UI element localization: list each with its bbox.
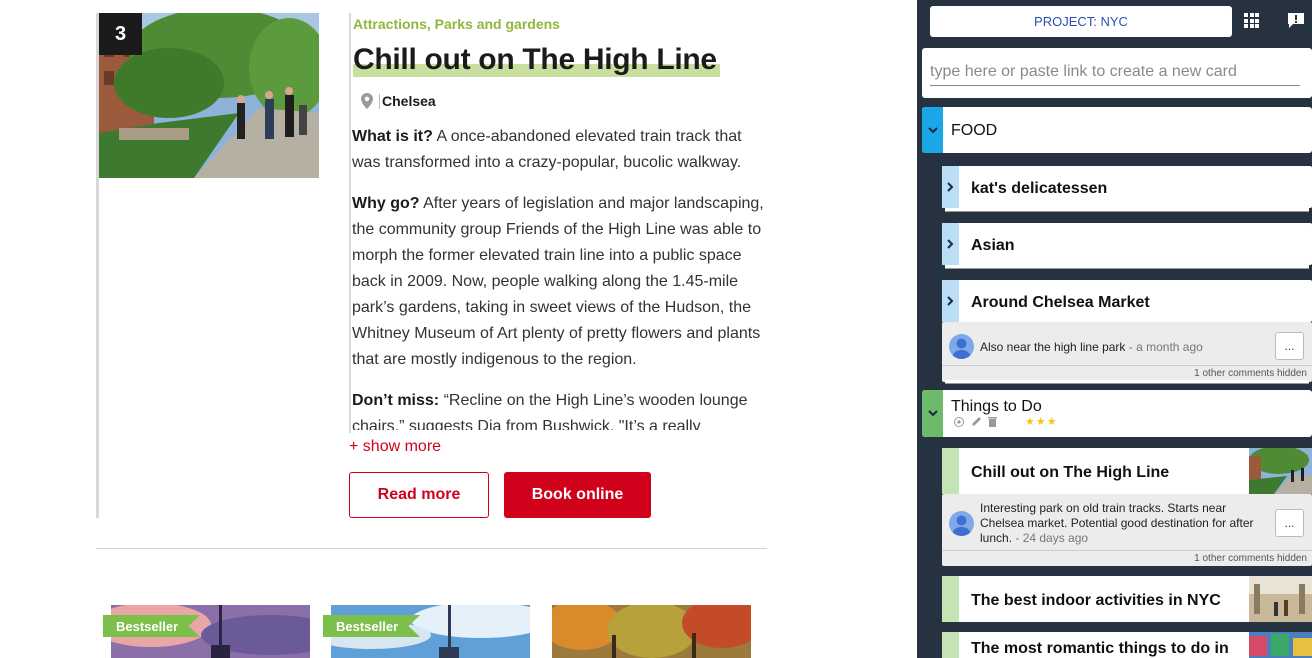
- map-pin-icon: [361, 93, 373, 109]
- chevron-right-icon: [947, 182, 954, 192]
- comment-menu-button[interactable]: ...: [1275, 509, 1304, 537]
- bestseller-tag: Bestseller: [323, 615, 421, 637]
- paragraph-lead: What is it?: [352, 128, 433, 145]
- chevron-right-icon: [947, 296, 954, 306]
- card-thumbnail: [1249, 632, 1312, 658]
- read-more-button[interactable]: Read more: [349, 472, 489, 518]
- book-online-button[interactable]: Book online: [504, 472, 651, 518]
- avatar: [949, 334, 974, 359]
- eye-icon[interactable]: [953, 416, 965, 427]
- comment-thread: Interesting park on old train tracks. St…: [942, 494, 1312, 566]
- group-title: FOOD: [951, 122, 998, 139]
- card-asian[interactable]: Asian: [942, 223, 1312, 265]
- card-chill-out-high-line[interactable]: Chill out on The High Line: [942, 448, 1312, 494]
- new-card-box: [922, 48, 1312, 98]
- rank-badge: 3: [99, 13, 142, 55]
- project-selector[interactable]: PROJECT: NYC: [930, 6, 1232, 37]
- card-title: The best indoor activities in NYC: [971, 592, 1221, 609]
- comment-text: Also near the high line park - a month a…: [980, 340, 1203, 355]
- group-title: Things to Do: [951, 398, 1042, 415]
- bestseller-tag: Bestseller: [103, 615, 201, 637]
- card-expand[interactable]: [942, 223, 959, 265]
- location-separator: [379, 93, 380, 109]
- card-title: Asian: [971, 237, 1015, 254]
- paragraph-lead: Why go?: [352, 195, 420, 212]
- content-left-rule: [349, 13, 351, 433]
- paragraph-why: Why go? After years of legislation and m…: [352, 191, 768, 373]
- card-title: Around Chelsea Market: [971, 294, 1150, 311]
- comment-body: Also near the high line park: [980, 340, 1126, 354]
- project-sidebar: PROJECT: NYC FOOD: [917, 0, 1312, 658]
- chevron-down-icon: [927, 126, 938, 133]
- comment-time: - a month ago: [1125, 340, 1203, 354]
- card-expand[interactable]: [942, 166, 959, 208]
- pencil-icon[interactable]: [971, 416, 982, 427]
- group-toggle[interactable]: [922, 107, 943, 153]
- group-toggle[interactable]: [922, 390, 943, 437]
- paragraph-lead: Don’t miss:: [352, 392, 440, 409]
- comment-time: - 24 days ago: [1012, 531, 1089, 545]
- card-kats-delicatessen[interactable]: kat's delicatessen: [942, 166, 1312, 208]
- article-title[interactable]: Chill out on The High Line: [353, 40, 717, 80]
- avatar: [949, 511, 974, 536]
- card-title: kat's delicatessen: [971, 180, 1108, 197]
- article-divider: [96, 548, 767, 549]
- hidden-comments-note[interactable]: 1 other comments hidden: [1194, 553, 1307, 564]
- card-thumbnail: [1249, 448, 1312, 494]
- paragraph-what: What is it? A once-abandoned elevated tr…: [352, 124, 768, 176]
- comment-text: Interesting park on old train tracks. St…: [980, 501, 1270, 546]
- apps-grid-icon[interactable]: [1244, 13, 1259, 28]
- comment-thread: Also near the high line park - a month a…: [942, 322, 1312, 382]
- chevron-down-icon: [927, 410, 938, 417]
- paragraph-text: After years of legislation and major lan…: [352, 195, 764, 368]
- comment-menu-button[interactable]: ...: [1275, 332, 1304, 360]
- card-expand[interactable]: [942, 280, 959, 322]
- article-body: What is it? A once-abandoned elevated tr…: [352, 124, 768, 430]
- card-stripe: [942, 576, 959, 622]
- show-more-link[interactable]: + show more: [349, 438, 441, 456]
- group-tools: [953, 416, 997, 427]
- card-stripe: [942, 632, 959, 658]
- rating-stars[interactable]: ★★★: [1025, 415, 1058, 428]
- new-card-input[interactable]: [930, 58, 1300, 86]
- group-food[interactable]: FOOD: [922, 107, 1312, 153]
- location-name: Chelsea: [382, 93, 436, 109]
- hidden-comments-note[interactable]: 1 other comments hidden: [1194, 368, 1307, 379]
- chevron-right-icon: [947, 239, 954, 249]
- listing-thumbnail[interactable]: [552, 605, 751, 658]
- feedback-icon[interactable]: [1287, 12, 1305, 34]
- card-most-romantic-things[interactable]: The most romantic things to do in: [942, 632, 1312, 658]
- card-title: Chill out on The High Line: [971, 464, 1170, 481]
- card-title: The most romantic things to do in: [971, 640, 1229, 657]
- paragraph-dont-miss: Don’t miss: “Recline on the High Line’s …: [352, 388, 768, 430]
- card-thumbnail: [1249, 576, 1312, 622]
- card-around-chelsea-market[interactable]: Around Chelsea Market: [942, 280, 1312, 322]
- trash-icon[interactable]: [988, 416, 997, 427]
- location: Chelsea: [361, 93, 436, 109]
- card-stripe: [942, 448, 959, 494]
- category-link[interactable]: Attractions, Parks and gardens: [353, 16, 560, 32]
- page: 3 Attractions, Parks and gardens Chill o…: [0, 0, 1312, 658]
- card-best-indoor-activities[interactable]: The best indoor activities in NYC: [942, 576, 1312, 622]
- group-things-to-do[interactable]: Things to Do ★★★: [922, 390, 1312, 437]
